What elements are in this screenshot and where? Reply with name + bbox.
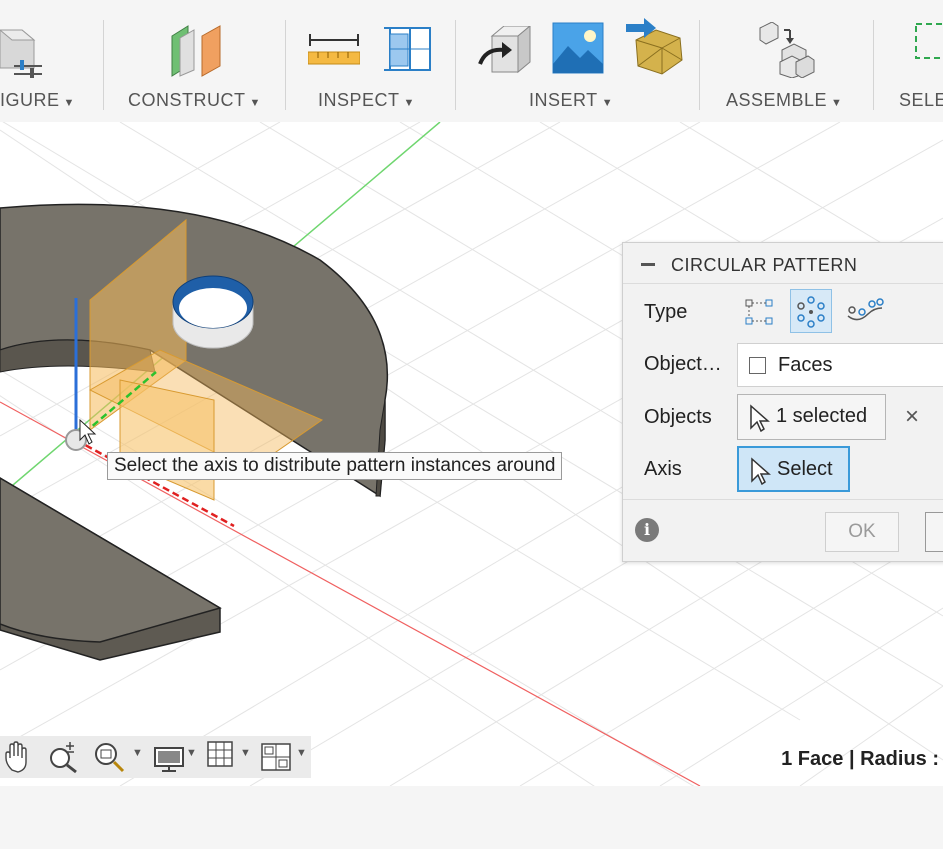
axis-selection-button[interactable]: Select — [737, 446, 850, 492]
axis-label: Axis — [644, 458, 682, 480]
object-type-label: Object… — [644, 353, 722, 375]
navigation-bar: ▼ ▼ ▼ ▼ — [0, 736, 311, 778]
toolbar-group-select[interactable]: SELE — [899, 90, 943, 111]
object-type-select[interactable]: Faces — [737, 343, 943, 387]
toolbar-separator — [455, 20, 456, 110]
insert-derive-icon[interactable] — [478, 24, 532, 79]
chevron-down-icon: ▼ — [601, 97, 614, 109]
section-analysis-icon[interactable] — [384, 24, 434, 79]
toolbar: IGURE ▼ CONSTRUCT ▼ INSPECT ▼ INSERT ▼ A… — [0, 0, 943, 123]
toolbar-group-label: CONSTRUCT — [128, 90, 246, 110]
axis-selection-value: Select — [777, 458, 833, 480]
cancel-button[interactable] — [925, 512, 943, 552]
zoom-icon[interactable] — [46, 740, 80, 779]
pan-icon[interactable] — [2, 740, 34, 779]
toolbar-group-construct[interactable]: CONSTRUCT ▼ — [128, 90, 261, 111]
rectangular-pattern-icon[interactable] — [737, 289, 779, 333]
panel-header: CIRCULAR PATTERN — [623, 243, 943, 284]
toolbar-group-assemble[interactable]: ASSEMBLE ▼ — [726, 90, 842, 111]
collapse-icon[interactable] — [641, 263, 655, 266]
objects-label: Objects — [644, 406, 712, 428]
objects-selection-value: 1 selected — [776, 405, 868, 427]
toolbar-group-label: INSPECT — [318, 90, 400, 110]
construct-plane-icon[interactable] — [168, 22, 224, 83]
toolbar-group-inspect[interactable]: INSPECT ▼ — [318, 90, 415, 111]
toolbar-group-label: ASSEMBLE — [726, 90, 828, 110]
zoom-window-icon[interactable] — [92, 740, 126, 779]
configure-icon[interactable] — [0, 22, 48, 85]
toolbar-separator — [285, 20, 286, 110]
assemble-icon[interactable] — [756, 21, 816, 83]
body-lower-top — [0, 477, 222, 643]
path-pattern-icon[interactable] — [843, 289, 885, 333]
panel-title: CIRCULAR PATTERN — [671, 255, 858, 275]
chevron-down-icon[interactable]: ▼ — [132, 747, 143, 759]
chevron-down-icon[interactable]: ▼ — [240, 747, 251, 759]
chevron-down-icon: ▼ — [63, 97, 75, 109]
chevron-down-icon: ▼ — [831, 97, 843, 109]
toolbar-group-label: INSERT — [529, 90, 598, 110]
construction-plane — [119, 379, 215, 501]
info-icon[interactable]: i — [635, 518, 659, 542]
toolbar-group-insert[interactable]: INSERT ▼ — [529, 90, 613, 111]
toolbar-separator — [103, 20, 104, 110]
insert-canvas-icon[interactable] — [552, 22, 604, 79]
toolbar-group-label: IGURE — [0, 90, 60, 110]
circular-pattern-panel: CIRCULAR PATTERN Type Object… Faces Obje… — [622, 242, 943, 562]
tooltip: Select the axis to distribute pattern in… — [107, 452, 563, 480]
insert-mesh-icon[interactable] — [626, 18, 684, 83]
clear-selection-icon[interactable]: × — [905, 403, 919, 431]
viewports-icon[interactable] — [260, 740, 292, 777]
toolbar-separator — [699, 20, 700, 110]
panel-footer: i OK — [623, 499, 943, 562]
cursor-arrow-icon — [751, 457, 771, 485]
chevron-down-icon: ▼ — [403, 97, 415, 109]
chevron-down-icon: ▼ — [249, 97, 261, 109]
ok-button[interactable]: OK — [825, 512, 899, 552]
measure-icon[interactable] — [307, 32, 361, 73]
selection-status: 1 Face | Radius : — [781, 748, 939, 770]
toolbar-separator — [873, 20, 874, 110]
type-label: Type — [644, 301, 688, 323]
chevron-down-icon[interactable]: ▼ — [186, 747, 197, 759]
display-settings-icon[interactable] — [152, 740, 186, 779]
objects-selection-button[interactable]: 1 selected — [737, 394, 886, 440]
select-icon[interactable] — [914, 22, 943, 67]
grid-icon[interactable] — [206, 740, 236, 775]
circular-pattern-icon[interactable] — [790, 289, 832, 333]
toolbar-group-label: SELE — [899, 90, 943, 110]
object-type-value: Faces — [778, 354, 833, 376]
hole-opening — [179, 288, 247, 328]
cursor-arrow-icon — [750, 404, 770, 432]
faces-checkbox[interactable] — [749, 357, 766, 374]
toolbar-group-configure[interactable]: IGURE ▼ — [0, 90, 75, 111]
chevron-down-icon[interactable]: ▼ — [296, 747, 307, 759]
